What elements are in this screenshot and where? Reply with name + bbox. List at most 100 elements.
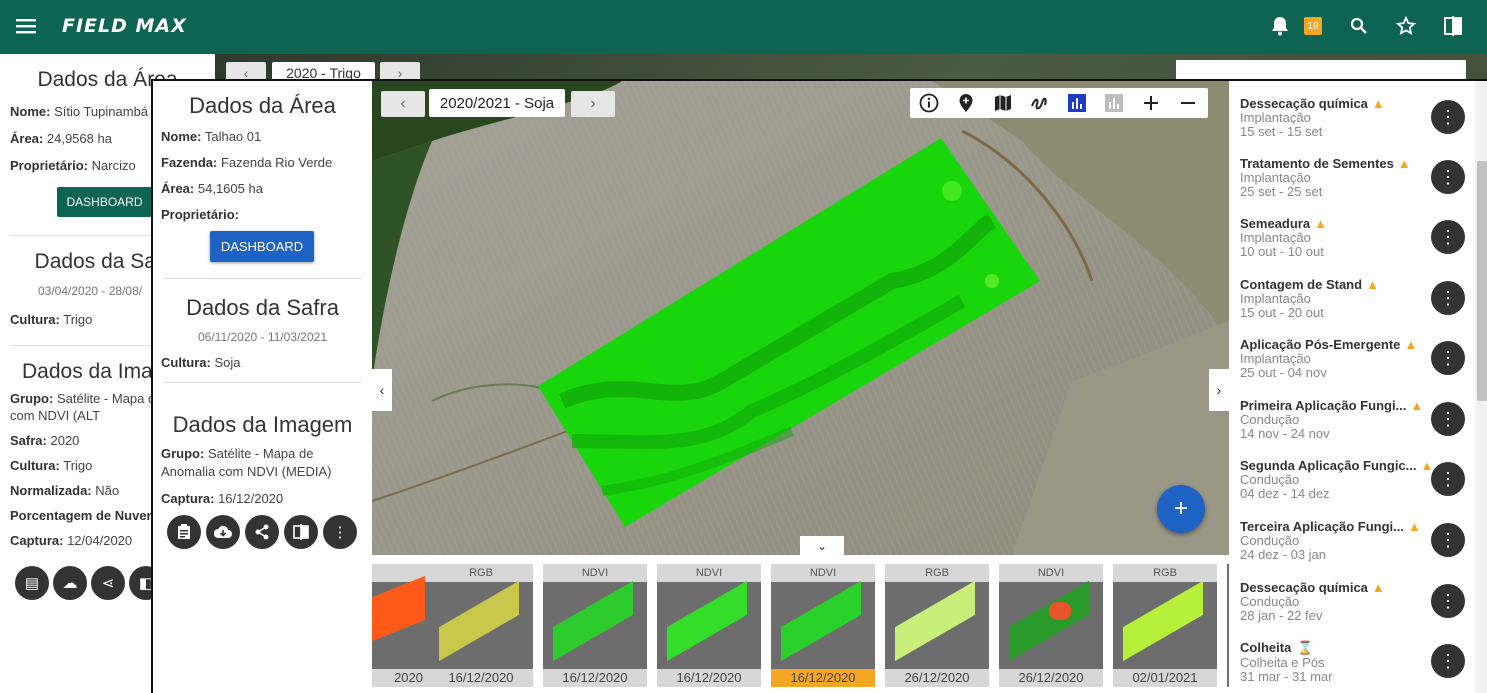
more-vert-icon[interactable]: ⋮ bbox=[1431, 281, 1465, 315]
timeline-date: 16/12/2020 bbox=[543, 669, 647, 687]
bell-icon[interactable] bbox=[1266, 12, 1294, 40]
warning-icon: ▲ bbox=[1397, 156, 1411, 171]
prev-season-button[interactable]: ‹ bbox=[381, 91, 425, 117]
more-vert-icon[interactable]: ⋮ bbox=[1431, 220, 1465, 254]
app-header: FIELD MAX 19 bbox=[0, 0, 1487, 54]
area-title: Dados da Área bbox=[189, 93, 336, 118]
timeline-thumbnail[interactable]: RGB 02/01/2021 bbox=[1113, 564, 1217, 687]
divider bbox=[163, 382, 362, 383]
list-item[interactable]: Dessecação química ▲ Implantação 15 set -… bbox=[1240, 96, 1480, 156]
task-list: Dessecação química ▲ Implantação 15 set -… bbox=[1229, 81, 1487, 693]
timeline-thumbnail-selected[interactable]: NDVI 16/12/2020 bbox=[771, 564, 875, 687]
app-logo[interactable]: FIELD MAX bbox=[62, 15, 187, 37]
list-item[interactable]: Semeadura ▲ Implantação 10 out - 10 out ⋮ bbox=[1240, 216, 1480, 276]
hourglass-icon: ⌛ bbox=[1297, 640, 1314, 655]
list-item[interactable]: Segunda Aplicação Fungic... ▲ Condução 04… bbox=[1240, 458, 1480, 518]
more-vert-icon[interactable]: ⋮ bbox=[1431, 644, 1465, 678]
timeline-type: NDVI bbox=[771, 564, 875, 582]
info-icon[interactable] bbox=[910, 88, 947, 118]
search-icon[interactable] bbox=[1345, 12, 1373, 40]
warning-icon: ▲ bbox=[1371, 96, 1385, 111]
satellite-map[interactable]: ‹ 2020/2021 - Soja › ‹ › + ⌄ bbox=[372, 81, 1229, 555]
timeline-thumbnail[interactable]: RGB 26/12/2020 bbox=[885, 564, 989, 687]
warning-icon: ▲ bbox=[1420, 458, 1434, 473]
warning-icon: ▲ bbox=[1408, 519, 1421, 534]
area-area: Área: 54,1605 ha bbox=[161, 181, 263, 196]
safra-title: Dados da Safra bbox=[186, 295, 339, 320]
timeline-date: 26/12/2020 bbox=[885, 669, 989, 687]
area-fazenda: Fazenda: Fazenda Rio Verde bbox=[161, 155, 333, 170]
list-item[interactable]: Dessecação química ▲ Condução 28 jan - 22… bbox=[1240, 580, 1480, 640]
more-vert-icon[interactable]: ⋮ bbox=[1431, 341, 1465, 375]
notification-badge[interactable]: 19 bbox=[1304, 17, 1322, 35]
menu-icon[interactable] bbox=[12, 12, 40, 40]
more-vert-icon[interactable]: ⋮ bbox=[1431, 402, 1465, 436]
timeline-thumbnail[interactable]: RGB 16/12/2020 bbox=[429, 564, 533, 687]
list-item[interactable]: Tratamento de Sementes ▲ Implantação 25 s… bbox=[1240, 156, 1480, 216]
timeline-thumbnail[interactable]: NDVI 16/12/2020 bbox=[543, 564, 647, 687]
timeline-thumbnail[interactable]: NDVI 16/12/2020 bbox=[657, 564, 761, 687]
compare-icon[interactable] bbox=[284, 515, 318, 549]
more-vert-icon[interactable]: ⋮ bbox=[1431, 523, 1465, 557]
share-icon[interactable]: ⋖ bbox=[91, 566, 125, 600]
timeline-date: 16/12/2020 bbox=[657, 669, 761, 687]
info-panel: Dados da Área Nome: Talhao 01 Fazenda: F… bbox=[153, 81, 372, 693]
imagem-grupo: Grupo: Satélite - Mapa de Anomalia com N… bbox=[161, 446, 332, 479]
timeline-thumbnail[interactable]: 2020 bbox=[372, 564, 429, 687]
imagem-title: Dados da Imagem bbox=[172, 412, 353, 437]
front-window: Dados da Área Nome: Talhao 01 Fazenda: F… bbox=[151, 79, 1487, 693]
timeline-thumbnail[interactable]: NDVI 26/12/2020 bbox=[999, 564, 1103, 687]
list-item[interactable]: Colheita ⌛ Colheita e Pós 31 mar - 31 mar… bbox=[1240, 640, 1480, 693]
report-icon[interactable]: ▤ bbox=[15, 566, 49, 600]
zoom-in-icon[interactable] bbox=[1132, 88, 1169, 118]
chevron-right-icon[interactable]: › bbox=[1209, 369, 1229, 411]
more-vert-icon[interactable]: ⋮ bbox=[1431, 584, 1465, 618]
more-vert-icon[interactable]: ⋮ bbox=[1431, 160, 1465, 194]
chart-inactive-icon[interactable] bbox=[1095, 88, 1132, 118]
back-dashboard-button[interactable]: DASHBOARD bbox=[57, 187, 152, 217]
timeline-date: 2020 bbox=[372, 669, 429, 687]
download-icon[interactable] bbox=[206, 515, 240, 549]
list-item[interactable]: Terceira Aplicação Fungi... ▲ Condução 24… bbox=[1240, 519, 1480, 579]
map-imagery bbox=[372, 81, 1229, 555]
safra-cultura: Cultura: Soja bbox=[161, 355, 241, 370]
zoom-out-icon[interactable] bbox=[1169, 88, 1206, 118]
share-icon[interactable] bbox=[245, 515, 279, 549]
image-timeline: 2020 RGB 16/12/2020 NDVI 16/12/2020 NDVI… bbox=[372, 555, 1229, 693]
timeline-date: 16/12/2020 bbox=[771, 669, 875, 687]
timeline-date: 02/01/2021 bbox=[1113, 669, 1217, 687]
dashboard-button[interactable]: DASHBOARD bbox=[210, 231, 314, 262]
list-item[interactable]: Aplicação Pós-Emergente ▲ Implantação 25 … bbox=[1240, 337, 1480, 397]
warning-icon: ▲ bbox=[1410, 398, 1424, 413]
download-icon[interactable]: ☁ bbox=[53, 566, 87, 600]
map-toolbar bbox=[910, 88, 1208, 118]
safra-dates: 06/11/2020 - 11/03/2021 bbox=[198, 330, 327, 344]
timeline-type: RGB bbox=[429, 564, 533, 582]
more-vert-icon[interactable]: ⋮ bbox=[1431, 462, 1465, 496]
compare-icon[interactable] bbox=[1439, 12, 1467, 40]
area-proprietario: Proprietário: bbox=[161, 207, 240, 222]
chevron-down-icon[interactable]: ⌄ bbox=[800, 536, 844, 555]
warning-icon: ▲ bbox=[1314, 216, 1327, 231]
more-vert-icon[interactable]: ⋮ bbox=[1431, 100, 1465, 134]
more-vert-icon[interactable]: ⋮ bbox=[323, 515, 357, 549]
chevron-left-icon[interactable]: ‹ bbox=[372, 369, 392, 411]
timeline-type: NDVI bbox=[543, 564, 647, 582]
timeline-type: RGB bbox=[1113, 564, 1217, 582]
add-fab-button[interactable]: + bbox=[1157, 485, 1205, 533]
report-icon[interactable] bbox=[167, 515, 201, 549]
draw-icon[interactable] bbox=[1021, 88, 1058, 118]
scrollbar-thumb[interactable] bbox=[1477, 161, 1487, 401]
list-item[interactable]: Primeira Aplicação Fungi... ▲ Condução 14… bbox=[1240, 398, 1480, 458]
task-list-scrollbar[interactable] bbox=[1475, 81, 1487, 693]
next-season-button[interactable]: › bbox=[571, 91, 615, 117]
chart-active-icon[interactable] bbox=[1058, 88, 1095, 118]
list-item[interactable]: Contagem de Stand ▲ Implantação 15 out - … bbox=[1240, 277, 1480, 337]
divider bbox=[163, 278, 362, 279]
star-icon[interactable] bbox=[1392, 12, 1420, 40]
add-marker-icon[interactable] bbox=[947, 88, 984, 118]
season-selector[interactable]: 2020/2021 - Soja bbox=[429, 89, 565, 117]
area-nome: Nome: Talhao 01 bbox=[161, 129, 262, 144]
map-icon[interactable] bbox=[984, 88, 1021, 118]
warning-icon: ▲ bbox=[1371, 580, 1385, 595]
